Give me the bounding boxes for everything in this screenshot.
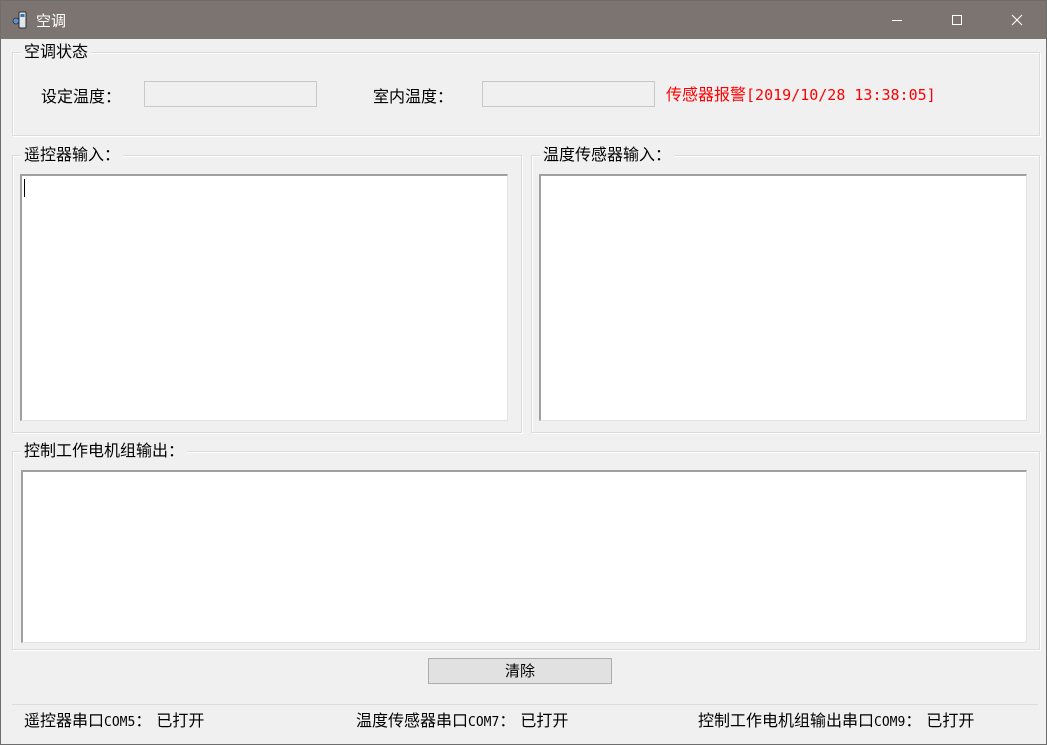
minimize-icon bbox=[892, 20, 902, 21]
sensor-alarm-text: 传感器报警[2019/10/28 13:38:05] bbox=[666, 85, 936, 105]
sensor-port-prefix: 温度传感器串口 bbox=[356, 711, 469, 730]
remote-port-state: ： 已打开 bbox=[135, 711, 205, 730]
remote-input-textarea[interactable] bbox=[20, 174, 508, 421]
sensor-port-state: ： 已打开 bbox=[499, 711, 569, 730]
air-conditioner-app-icon[interactable] bbox=[12, 11, 30, 29]
clear-button[interactable]: 清除 bbox=[428, 658, 612, 684]
motor-port-state: ： 已打开 bbox=[905, 711, 975, 730]
motor-output-group: 控制工作电机组输出： bbox=[12, 441, 1040, 650]
motor-output-textarea[interactable] bbox=[21, 470, 1027, 643]
main-window: 空调 空调状态 设定温度： 室内温度： 传感器报警[2019/10/28 13:… bbox=[0, 0, 1047, 745]
close-icon bbox=[1011, 14, 1023, 26]
alarm-timestamp: [2019/10/28 13:38:05] bbox=[746, 86, 936, 104]
remote-port-status: 遥控器串口COM5： 已打开 bbox=[24, 711, 204, 733]
set-temp-field[interactable] bbox=[144, 81, 317, 107]
motor-port-prefix: 控制工作电机组输出串口 bbox=[698, 711, 875, 730]
window-title: 空调 bbox=[36, 12, 67, 30]
title-bar[interactable]: 空调 bbox=[1, 1, 1046, 39]
remote-input-group-label: 遥控器输入： bbox=[21, 145, 124, 165]
room-temp-label: 室内温度： bbox=[373, 87, 454, 106]
minimize-button[interactable] bbox=[874, 1, 920, 39]
sensor-port-status: 温度传感器串口COM7： 已打开 bbox=[356, 711, 568, 733]
motor-output-group-label: 控制工作电机组输出： bbox=[21, 441, 188, 461]
text-caret bbox=[24, 179, 25, 197]
room-temp-field[interactable] bbox=[482, 81, 655, 107]
alarm-label: 传感器报警 bbox=[666, 85, 747, 104]
status-bar: 遥控器串口COM5： 已打开 温度传感器串口COM7： 已打开 控制工作电机组输… bbox=[12, 704, 1038, 737]
ac-status-group-label: 空调状态 bbox=[21, 42, 92, 62]
motor-port-status: 控制工作电机组输出串口COM9： 已打开 bbox=[698, 711, 974, 733]
maximize-button[interactable] bbox=[934, 1, 980, 39]
set-temp-label: 设定温度： bbox=[41, 87, 122, 106]
remote-input-group: 遥控器输入： bbox=[12, 145, 522, 433]
motor-port-name: COM9 bbox=[874, 715, 906, 730]
maximize-icon bbox=[952, 15, 962, 25]
close-button[interactable] bbox=[994, 1, 1040, 39]
remote-port-prefix: 遥控器串口 bbox=[24, 711, 105, 730]
sensor-input-group-label: 温度传感器输入： bbox=[540, 145, 675, 165]
sensor-input-textarea[interactable] bbox=[539, 174, 1027, 421]
ac-status-group: 空调状态 设定温度： 室内温度： 传感器报警[2019/10/28 13:38:… bbox=[12, 42, 1040, 136]
remote-port-name: COM5 bbox=[104, 715, 136, 730]
sensor-port-name: COM7 bbox=[468, 715, 500, 730]
sensor-input-group: 温度传感器输入： bbox=[531, 145, 1040, 433]
